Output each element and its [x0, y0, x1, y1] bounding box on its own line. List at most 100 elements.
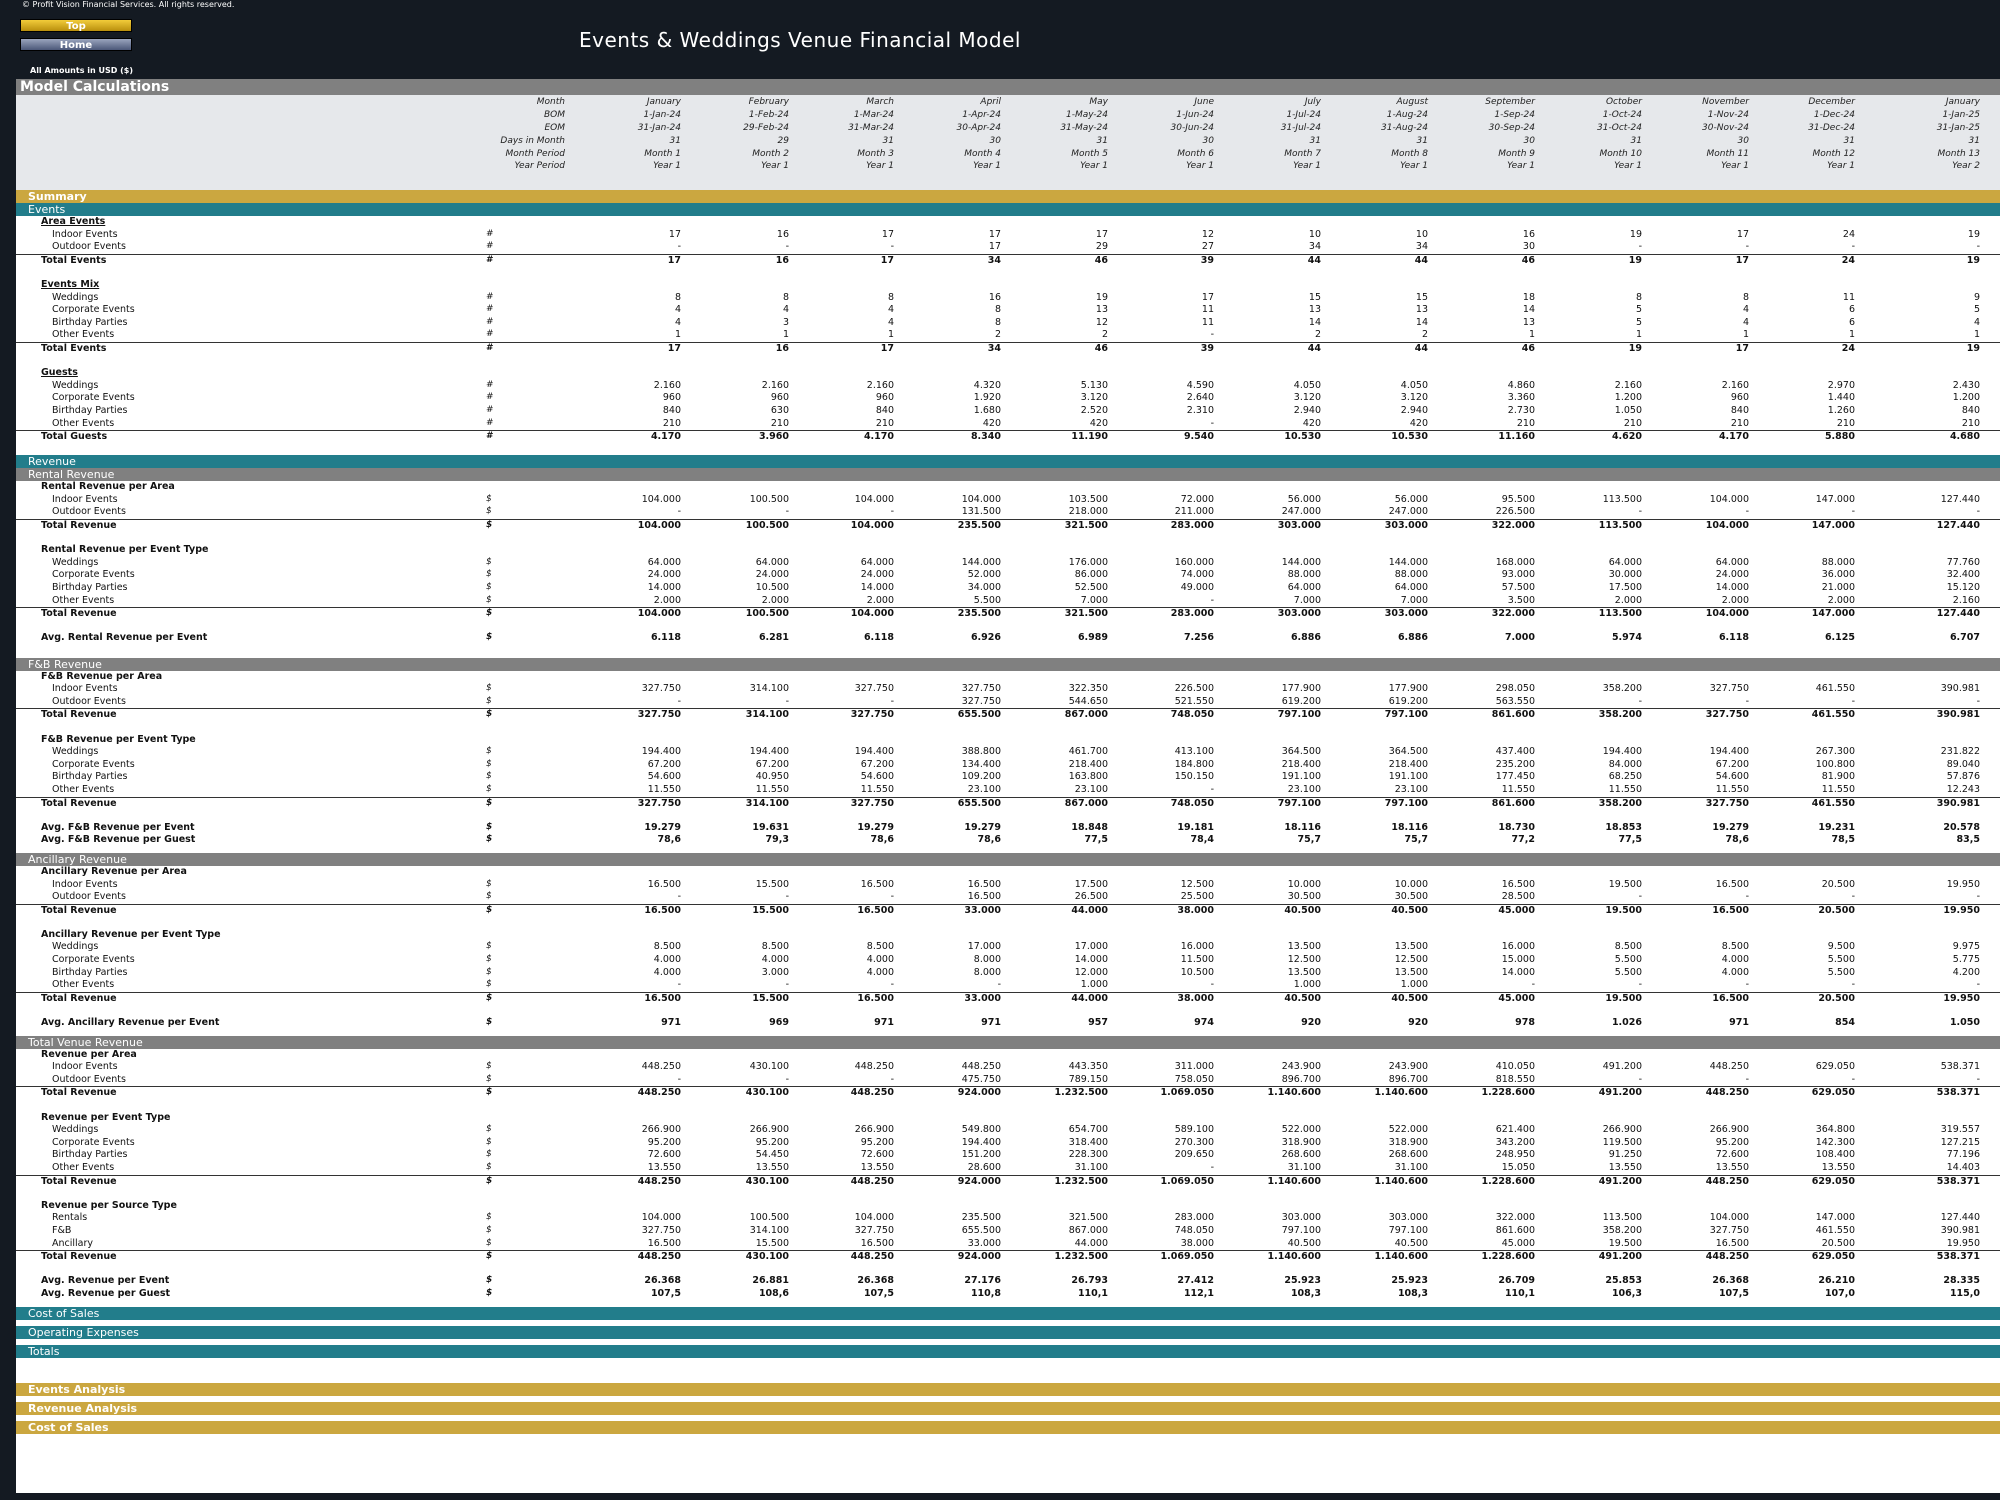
value-cell[interactable]: 12.500 — [1124, 879, 1214, 890]
value-cell[interactable]: 19.500 — [1552, 993, 1642, 1004]
value-cell[interactable]: 420 — [1231, 418, 1321, 429]
value-cell[interactable]: 14.000 — [1659, 582, 1749, 593]
value-cell[interactable]: 491.200 — [1552, 1061, 1642, 1072]
value-cell[interactable]: 1.228.600 — [1445, 1251, 1536, 1262]
value-cell[interactable]: 16.500 — [1445, 879, 1535, 890]
value-cell[interactable]: 191.100 — [1231, 771, 1321, 782]
value-cell[interactable]: 231.822 — [1890, 746, 1980, 757]
value-cell[interactable]: 861.600 — [1445, 709, 1535, 720]
value-cell[interactable]: 303.000 — [1231, 608, 1321, 619]
value-cell[interactable]: - — [1890, 696, 1980, 707]
value-cell[interactable]: 19.279 — [804, 822, 894, 833]
value-cell[interactable]: 33.000 — [911, 1238, 1001, 1249]
value-cell[interactable]: 56.000 — [1338, 494, 1428, 505]
value-cell[interactable]: - — [1552, 241, 1642, 252]
value-cell[interactable]: - — [804, 891, 894, 902]
value-cell[interactable]: 978 — [1445, 1017, 1535, 1028]
value-cell[interactable]: 8 — [1552, 292, 1642, 303]
value-cell[interactable]: 538.371 — [1890, 1087, 1980, 1098]
value-cell[interactable]: 443.350 — [1018, 1061, 1108, 1072]
value-cell[interactable]: 44 — [1338, 255, 1428, 266]
value-cell[interactable]: 11.550 — [804, 784, 894, 795]
value-cell[interactable]: 314.100 — [699, 683, 789, 694]
value-cell[interactable]: 107,5 — [804, 1288, 894, 1299]
value-cell[interactable]: 8 — [804, 292, 894, 303]
value-cell[interactable]: 17 — [911, 241, 1001, 252]
value-cell[interactable]: 4.320 — [911, 380, 1001, 391]
value-cell[interactable]: 1.069.050 — [1124, 1087, 1215, 1098]
value-cell[interactable]: 1.140.600 — [1338, 1176, 1429, 1187]
value-cell[interactable]: 1.232.500 — [1018, 1176, 1109, 1187]
value-cell[interactable]: - — [1552, 1074, 1642, 1085]
value-cell[interactable]: 413.100 — [1124, 746, 1214, 757]
value-cell[interactable]: 19.279 — [911, 822, 1001, 833]
value-cell[interactable]: 49.000 — [1124, 582, 1214, 593]
value-cell[interactable]: 163.800 — [1018, 771, 1108, 782]
value-cell[interactable]: 95.200 — [1659, 1137, 1749, 1148]
value-cell[interactable]: 303.000 — [1338, 520, 1428, 531]
value-cell[interactable]: - — [1124, 329, 1214, 340]
value-cell[interactable]: 5.880 — [1765, 431, 1855, 442]
value-cell[interactable]: 72.600 — [804, 1149, 894, 1160]
value-cell[interactable]: - — [1765, 1074, 1855, 1085]
value-cell[interactable]: 589.100 — [1124, 1124, 1214, 1135]
value-cell[interactable]: 83,5 — [1890, 834, 1980, 845]
value-cell[interactable]: 266.900 — [1552, 1124, 1642, 1135]
value-cell[interactable]: 34 — [1338, 241, 1428, 252]
value-cell[interactable]: 77,5 — [1552, 834, 1642, 845]
section-band[interactable]: Revenue Analysis — [16, 1401, 2000, 1415]
value-cell[interactable]: 194.400 — [804, 746, 894, 757]
value-cell[interactable]: - — [1124, 979, 1214, 990]
value-cell[interactable]: 327.750 — [591, 1225, 681, 1236]
value-cell[interactable]: 8.500 — [699, 941, 789, 952]
value-cell[interactable]: 629.050 — [1765, 1176, 1855, 1187]
value-cell[interactable]: 134.400 — [911, 759, 1001, 770]
value-cell[interactable]: 5.500 — [1765, 954, 1855, 965]
value-cell[interactable]: 2.430 — [1890, 380, 1980, 391]
value-cell[interactable]: 266.900 — [699, 1124, 789, 1135]
value-cell[interactable]: 17.500 — [1018, 879, 1108, 890]
value-cell[interactable]: 104.000 — [911, 494, 1001, 505]
value-cell[interactable]: 15.120 — [1890, 582, 1980, 593]
value-cell[interactable]: 303.000 — [1231, 520, 1321, 531]
section-band[interactable]: Summary — [16, 190, 2000, 203]
value-cell[interactable]: 16.500 — [1659, 1238, 1749, 1249]
value-cell[interactable]: 1.200 — [1552, 392, 1642, 403]
value-cell[interactable]: - — [1765, 891, 1855, 902]
value-cell[interactable]: 23.100 — [1231, 784, 1321, 795]
value-cell[interactable]: 77,2 — [1445, 834, 1535, 845]
value-cell[interactable]: 5.775 — [1890, 954, 1980, 965]
value-cell[interactable]: 10.500 — [1124, 967, 1214, 978]
value-cell[interactable]: 54.600 — [1659, 771, 1749, 782]
value-cell[interactable]: 491.200 — [1552, 1251, 1642, 1262]
value-cell[interactable]: 95.200 — [591, 1137, 681, 1148]
value-cell[interactable]: 544.650 — [1018, 696, 1108, 707]
value-cell[interactable]: 17 — [804, 229, 894, 240]
value-cell[interactable]: 19 — [1890, 229, 1980, 240]
value-cell[interactable]: 861.600 — [1445, 1225, 1535, 1236]
value-cell[interactable]: 318.400 — [1018, 1137, 1108, 1148]
value-cell[interactable]: 218.400 — [1018, 759, 1108, 770]
value-cell[interactable]: 322.000 — [1445, 1212, 1535, 1223]
value-cell[interactable]: 15.500 — [699, 905, 789, 916]
value-cell[interactable]: 1.000 — [1018, 979, 1108, 990]
value-cell[interactable]: 11 — [1124, 317, 1214, 328]
value-cell[interactable]: 12.500 — [1231, 954, 1321, 965]
value-cell[interactable]: 44.000 — [1018, 1238, 1108, 1249]
value-cell[interactable]: 147.000 — [1765, 608, 1855, 619]
value-cell[interactable]: 448.250 — [591, 1061, 681, 1072]
value-cell[interactable]: 17 — [1659, 255, 1749, 266]
value-cell[interactable]: 840 — [1890, 405, 1980, 416]
value-cell[interactable]: 31.100 — [1018, 1162, 1108, 1173]
value-cell[interactable]: 19.500 — [1552, 879, 1642, 890]
value-cell[interactable]: 358.200 — [1552, 683, 1642, 694]
value-cell[interactable]: 13.550 — [591, 1162, 681, 1173]
value-cell[interactable]: 9.975 — [1890, 941, 1980, 952]
value-cell[interactable]: 461.550 — [1765, 709, 1855, 720]
value-cell[interactable]: - — [1659, 979, 1749, 990]
value-cell[interactable]: - — [591, 241, 681, 252]
value-cell[interactable]: 2.000 — [1552, 595, 1642, 606]
value-cell[interactable]: 39 — [1124, 343, 1214, 354]
value-cell[interactable]: 15.500 — [699, 1238, 789, 1249]
value-cell[interactable]: 1.140.600 — [1231, 1087, 1322, 1098]
